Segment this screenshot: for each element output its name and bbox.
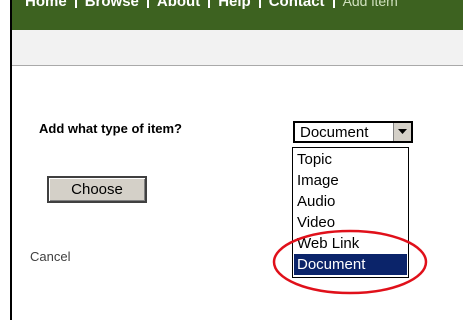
annotation-circle [272, 229, 428, 295]
